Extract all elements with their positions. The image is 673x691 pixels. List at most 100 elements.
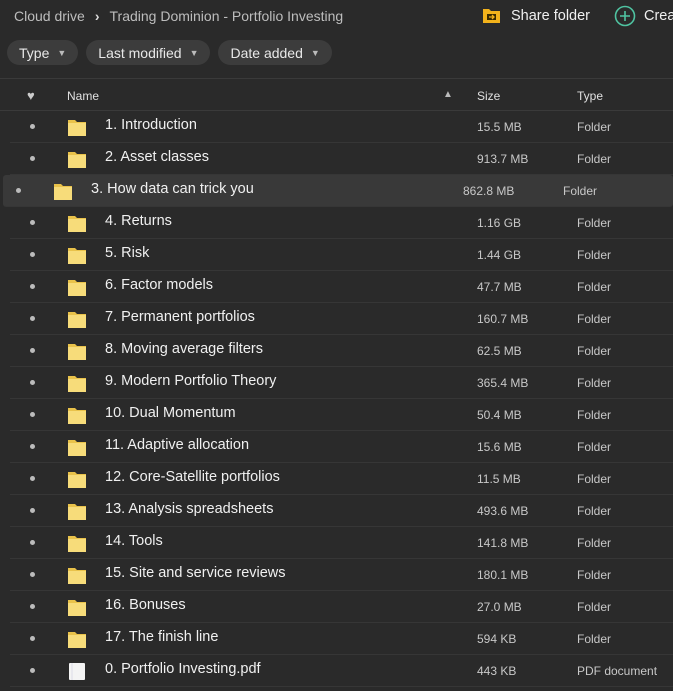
column-name[interactable]: Name	[67, 89, 99, 103]
chevron-down-icon: ▼	[189, 47, 199, 58]
filter-bar: Type ▼ Last modified ▼ Date added ▼	[7, 40, 332, 65]
favorite-dot-icon[interactable]	[30, 572, 35, 577]
favorite-dot-icon[interactable]	[30, 476, 35, 481]
folder-icon	[68, 120, 86, 136]
file-size: 1.44 GB	[477, 248, 522, 262]
folder-icon	[68, 216, 86, 232]
folder-icon	[68, 600, 86, 616]
table-row[interactable]: 7. Permanent portfolios 160.7 MB Folder	[10, 303, 673, 335]
favorite-dot-icon[interactable]	[30, 156, 35, 161]
favorite-dot-icon[interactable]	[30, 220, 35, 225]
file-type: Folder	[577, 376, 612, 390]
table-row[interactable]: 14. Tools 141.8 MB Folder	[10, 527, 673, 559]
file-type: Folder	[577, 216, 612, 230]
table-row[interactable]: 17. The finish line 594 KB Folder	[10, 623, 673, 655]
file-size: 862.8 MB	[463, 184, 515, 198]
favorite-dot-icon[interactable]	[30, 508, 35, 513]
file-name: 7. Permanent portfolios	[105, 309, 255, 325]
plus-circle-icon	[614, 5, 636, 27]
file-type: Folder	[577, 568, 612, 582]
favorite-dot-icon[interactable]	[30, 668, 35, 673]
table-row[interactable]: 4. Returns 1.16 GB Folder	[10, 207, 673, 239]
file-type: Folder	[577, 472, 612, 486]
filter-last-modified[interactable]: Last modified ▼	[86, 40, 211, 65]
file-type: Folder	[577, 280, 612, 294]
table-row[interactable]: 1. Introduction 15.5 MB Folder	[10, 111, 673, 143]
folder-icon	[68, 248, 86, 264]
file-name: 6. Factor models	[105, 277, 213, 293]
create-button[interactable]: Crea	[614, 5, 673, 27]
file-type: Folder	[577, 152, 612, 166]
folder-icon	[68, 536, 86, 552]
table-row[interactable]: 11. Adaptive allocation 15.6 MB Folder	[10, 431, 673, 463]
file-size: 62.5 MB	[477, 344, 522, 358]
favorite-dot-icon[interactable]	[30, 636, 35, 641]
file-type: PDF document	[577, 664, 658, 678]
favorite-dot-icon[interactable]	[16, 188, 21, 193]
favorite-dot-icon[interactable]	[30, 252, 35, 257]
file-size: 913.7 MB	[477, 152, 529, 166]
chevron-right-icon: ›	[94, 8, 100, 24]
file-type: Folder	[577, 504, 612, 518]
favorite-dot-icon[interactable]	[30, 540, 35, 545]
file-type: Folder	[577, 408, 612, 422]
pdf-file-icon	[69, 663, 85, 680]
file-name: 11. Adaptive allocation	[105, 437, 250, 453]
share-folder-button[interactable]: Share folder	[482, 7, 590, 24]
favorite-dot-icon[interactable]	[30, 124, 35, 129]
create-label: Crea	[644, 8, 673, 24]
file-name: 15. Site and service reviews	[105, 565, 286, 581]
folder-icon	[68, 568, 86, 584]
table-row[interactable]: 12. Core-Satellite portfolios 11.5 MB Fold…	[10, 463, 673, 495]
folder-icon	[68, 344, 86, 360]
share-folder-icon	[483, 9, 500, 23]
table-row[interactable]: 2. Asset classes 913.7 MB Folder	[10, 143, 673, 175]
file-name: 14. Tools	[105, 533, 163, 549]
folder-icon	[68, 280, 86, 296]
file-name: 8. Moving average filters	[105, 341, 263, 357]
file-type: Folder	[577, 536, 612, 550]
file-name: 13. Analysis spreadsheets	[105, 501, 274, 517]
folder-icon	[68, 312, 86, 328]
table-row[interactable]: 15. Site and service reviews 180.1 MB Fold…	[10, 559, 673, 591]
heart-icon[interactable]: ♥	[27, 88, 35, 103]
file-name: 16. Bonuses	[105, 597, 186, 613]
file-size: 594 KB	[477, 632, 517, 646]
favorite-dot-icon[interactable]	[30, 284, 35, 289]
top-bar: Cloud drive › Trading Dominion - Portfolio…	[0, 0, 673, 34]
folder-icon	[54, 184, 72, 200]
table-row[interactable]: 3. How data can trick you 862.8 MB Folder	[3, 175, 673, 207]
column-type[interactable]: Type	[577, 89, 603, 103]
column-size[interactable]: Size	[477, 89, 500, 103]
filter-date-added[interactable]: Date added ▼	[218, 40, 332, 65]
table-row[interactable]: 0. Portfolio Investing.pdf 443 KB PDF docu…	[10, 655, 673, 687]
table-row[interactable]: 5. Risk 1.44 GB Folder	[10, 239, 673, 271]
favorite-dot-icon[interactable]	[30, 316, 35, 321]
file-type: Folder	[577, 600, 612, 614]
sort-ascending-icon[interactable]: ▲	[443, 89, 453, 100]
breadcrumb-root[interactable]: Cloud drive	[14, 8, 85, 24]
share-folder-label: Share folder	[511, 7, 590, 24]
folder-icon	[68, 152, 86, 168]
table-row[interactable]: 8. Moving average filters 62.5 MB Folder	[10, 335, 673, 367]
file-type: Folder	[577, 248, 612, 262]
filter-label: Date added	[230, 44, 303, 61]
favorite-dot-icon[interactable]	[30, 412, 35, 417]
file-size: 15.6 MB	[477, 440, 522, 454]
filter-label: Type	[19, 44, 50, 61]
favorite-dot-icon[interactable]	[30, 348, 35, 353]
file-type: Folder	[577, 632, 612, 646]
table-row[interactable]: 10. Dual Momentum 50.4 MB Folder	[10, 399, 673, 431]
file-name: 1. Introduction	[105, 117, 197, 133]
file-name: 0. Portfolio Investing.pdf	[105, 661, 261, 677]
file-type: Folder	[577, 312, 612, 326]
favorite-dot-icon[interactable]	[30, 444, 35, 449]
favorite-dot-icon[interactable]	[30, 604, 35, 609]
table-row[interactable]: 16. Bonuses 27.0 MB Folder	[10, 591, 673, 623]
favorite-dot-icon[interactable]	[30, 380, 35, 385]
table-row[interactable]: 13. Analysis spreadsheets 493.6 MB Folder	[10, 495, 673, 527]
table-row[interactable]: 9. Modern Portfolio Theory 365.4 MB Folder	[10, 367, 673, 399]
folder-icon	[68, 632, 86, 648]
filter-type[interactable]: Type ▼	[7, 40, 79, 65]
table-row[interactable]: 6. Factor models 47.7 MB Folder	[10, 271, 673, 303]
